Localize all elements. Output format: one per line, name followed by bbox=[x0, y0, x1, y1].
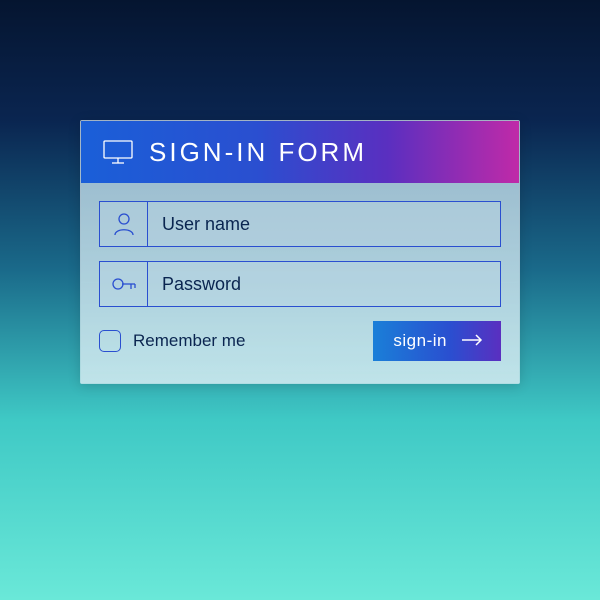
signin-button-label: sign-in bbox=[393, 331, 447, 351]
card-body: Remember me sign-in bbox=[81, 183, 519, 383]
remember-checkbox[interactable] bbox=[99, 330, 121, 352]
arrow-right-icon bbox=[461, 331, 483, 351]
remember-group: Remember me bbox=[99, 330, 245, 352]
card-title: SIGN-IN FORM bbox=[149, 137, 367, 168]
key-icon bbox=[100, 262, 148, 306]
password-input[interactable] bbox=[148, 262, 500, 306]
remember-label: Remember me bbox=[133, 331, 245, 351]
monitor-icon bbox=[103, 140, 133, 164]
card-header: SIGN-IN FORM bbox=[81, 121, 519, 183]
card-footer: Remember me sign-in bbox=[99, 321, 501, 361]
username-input[interactable] bbox=[148, 202, 500, 246]
signin-card: SIGN-IN FORM bbox=[80, 120, 520, 384]
username-field bbox=[99, 201, 501, 247]
user-icon bbox=[100, 202, 148, 246]
password-field bbox=[99, 261, 501, 307]
signin-button[interactable]: sign-in bbox=[373, 321, 501, 361]
